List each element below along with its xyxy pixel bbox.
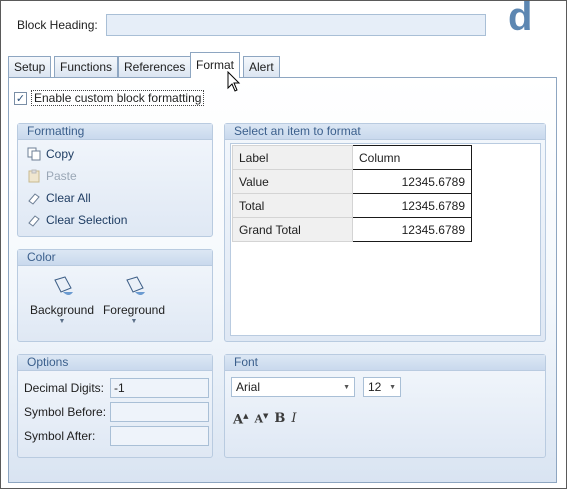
- options-group-title: Options: [18, 355, 212, 371]
- grid-label-cell[interactable]: Label: [232, 145, 353, 170]
- tab-references[interactable]: References: [118, 56, 192, 77]
- chevron-down-icon: ▼: [343, 383, 350, 391]
- formatting-group-title: Formatting: [18, 124, 212, 140]
- paste-button[interactable]: Paste: [18, 165, 212, 187]
- grid-value-cell[interactable]: 12345.6789: [352, 217, 472, 242]
- background-color-button[interactable]: Background ▼: [26, 274, 98, 325]
- dialog-window: Block Heading: d Setup Functions Referen…: [0, 0, 567, 489]
- paste-label: Paste: [46, 169, 77, 183]
- decimal-digits-input[interactable]: -1: [110, 378, 209, 398]
- paint-bucket-icon: [54, 276, 73, 295]
- copy-label: Copy: [46, 147, 75, 161]
- paint-bucket-icon: [126, 276, 145, 295]
- table-row[interactable]: Label Column: [232, 145, 472, 170]
- format-item-grid: Label Column Value 12345.6789 Total 1234…: [230, 143, 541, 336]
- grid-value-cell[interactable]: 12345.6789: [352, 193, 472, 218]
- symbol-before-input[interactable]: [110, 402, 209, 422]
- italic-icon[interactable]: I: [291, 411, 296, 427]
- clear-selection-button[interactable]: Clear Selection: [18, 209, 212, 231]
- foreground-color-button[interactable]: Foreground ▼: [98, 274, 170, 325]
- font-group-title: Font: [225, 355, 545, 371]
- color-group-title: Color: [18, 250, 212, 266]
- foreground-label: Foreground: [102, 303, 166, 317]
- chevron-down-icon: ▼: [58, 318, 66, 325]
- chevron-down-icon: ▼: [389, 383, 396, 391]
- shrink-font-icon[interactable]: A▼: [254, 411, 268, 427]
- background-label: Background: [29, 303, 95, 317]
- grow-font-icon[interactable]: A▲: [233, 411, 248, 427]
- enable-custom-checkbox[interactable]: ✓: [14, 91, 27, 105]
- formatting-group: Formatting Copy Paste Clear All Clear Se…: [17, 123, 213, 237]
- clear-all-button[interactable]: Clear All: [18, 187, 212, 209]
- grid-label-cell[interactable]: Total: [232, 193, 353, 218]
- eraser-icon: [26, 190, 42, 206]
- grid-value-cell[interactable]: 12345.6789: [352, 169, 472, 194]
- grid-value-cell[interactable]: Column: [352, 145, 472, 170]
- symbol-after-row: Symbol After:: [18, 424, 212, 448]
- brand-logo: d: [508, 0, 533, 39]
- block-heading-input[interactable]: [106, 14, 486, 36]
- decimal-digits-row: Decimal Digits: -1: [18, 376, 212, 400]
- options-group: Options Decimal Digits: -1 Symbol Before…: [17, 354, 213, 458]
- table-row[interactable]: Value 12345.6789: [232, 169, 472, 194]
- symbol-after-input[interactable]: [110, 426, 209, 446]
- enable-custom-row[interactable]: ✓ Enable custom block formatting: [14, 90, 205, 106]
- font-group: Font Arial ▼ 12 ▼ A▲ A▼ B I: [224, 354, 546, 458]
- table-row[interactable]: Total 12345.6789: [232, 193, 472, 218]
- bold-icon[interactable]: B: [274, 411, 285, 427]
- enable-custom-label[interactable]: Enable custom block formatting: [31, 90, 205, 106]
- font-family-value: Arial: [236, 380, 261, 394]
- eraser-icon: [26, 212, 42, 228]
- paste-icon: [26, 168, 42, 184]
- symbol-before-row: Symbol Before:: [18, 400, 212, 424]
- tab-alert[interactable]: Alert: [243, 56, 280, 77]
- tab-setup[interactable]: Setup: [8, 56, 52, 77]
- grid-label-cell[interactable]: Grand Total: [232, 217, 353, 242]
- symbol-after-label: Symbol After:: [24, 429, 96, 443]
- copy-icon: [26, 146, 42, 162]
- select-item-group-title: Select an item to format: [225, 124, 545, 140]
- font-family-select[interactable]: Arial ▼: [231, 377, 355, 397]
- clear-all-label: Clear All: [46, 191, 91, 205]
- chevron-down-icon: ▼: [130, 318, 138, 325]
- block-heading-label: Block Heading:: [17, 18, 98, 32]
- tab-functions[interactable]: Functions: [54, 56, 119, 77]
- mouse-cursor-icon: [227, 71, 241, 92]
- grid-label-cell[interactable]: Value: [232, 169, 353, 194]
- decimal-digits-label: Decimal Digits:: [24, 381, 105, 395]
- font-size-select[interactable]: 12 ▼: [363, 377, 401, 397]
- copy-button[interactable]: Copy: [18, 143, 212, 165]
- clear-selection-label: Clear Selection: [46, 213, 128, 227]
- symbol-before-label: Symbol Before:: [24, 405, 107, 419]
- font-size-value: 12: [368, 380, 382, 394]
- table-row[interactable]: Grand Total 12345.6789: [232, 217, 472, 242]
- color-group: Color Background ▼ Foreground ▼: [17, 249, 213, 342]
